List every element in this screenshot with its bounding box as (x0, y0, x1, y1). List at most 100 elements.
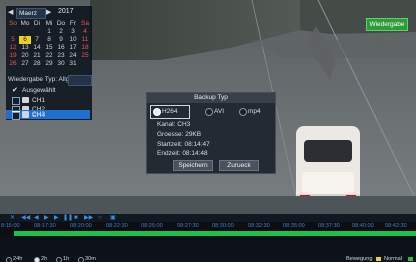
calendar-day[interactable]: 30 (55, 60, 67, 68)
playback-type-select[interactable] (68, 75, 92, 86)
playback-type-row: Wiedergabe Typ: Allgemein (6, 75, 92, 86)
recording-bar[interactable] (14, 231, 416, 236)
calendar-day[interactable]: 2 (55, 28, 67, 36)
weekday-label: Mo (20, 20, 30, 27)
legend-motion-label: Bewegung (346, 256, 373, 262)
calendar-day[interactable]: 8 (43, 36, 55, 44)
calendar-day[interactable]: 3 (67, 28, 79, 36)
stop-square-icon[interactable]: ■ (74, 214, 78, 222)
rewind-icon[interactable]: ◀◀ (21, 214, 30, 222)
format-label: mp4 (248, 108, 261, 115)
zoom-label[interactable]: 30m (85, 256, 96, 262)
calendar-day[interactable]: 24 (67, 52, 79, 60)
calendar-day[interactable]: 25 (79, 52, 91, 60)
calendar-day[interactable]: 5 (7, 36, 19, 44)
calendar-day[interactable]: 13 (19, 44, 31, 52)
calendar-day[interactable]: 12 (7, 44, 19, 52)
calendar-day[interactable]: 27 (19, 60, 31, 68)
calendar-day[interactable] (31, 28, 43, 36)
calendar-day[interactable]: 11 (79, 36, 91, 44)
channel-checkbox[interactable] (12, 97, 20, 105)
weekday-label: Sa (81, 20, 89, 27)
calendar-day[interactable]: 23 (55, 52, 67, 60)
calendar-day[interactable]: 28 (31, 60, 43, 68)
zoom-label[interactable]: 24h (13, 256, 22, 262)
zoom-icon[interactable]: ○ (98, 214, 102, 222)
channel-item-ch1[interactable]: CH1 (12, 96, 90, 105)
backup-icon[interactable]: ▣ (110, 214, 116, 222)
calendar-day[interactable]: 18 (79, 44, 91, 52)
next-month-icon[interactable]: ▶ (46, 8, 51, 16)
pause-icon[interactable]: ❚❚ (63, 214, 73, 222)
zoom-radio-selected-icon[interactable] (34, 257, 40, 262)
month-select[interactable]: Maerz (16, 8, 46, 19)
calendar-day[interactable]: 16 (55, 44, 67, 52)
dvr-playback-screen: ◀ Maerz ▶ 2017 So Mo Di Mi Do Fr Sa 1 2 … (0, 0, 416, 262)
weekday-label: Di (33, 20, 41, 27)
format-option-h264[interactable]: H264 (150, 105, 190, 119)
format-option-mp4[interactable]: mp4 (239, 107, 269, 116)
calendar-day[interactable]: 19 (7, 52, 19, 60)
calendar-day[interactable]: 21 (31, 52, 43, 60)
select-all-channels[interactable]: ✔ Ausgewählt (12, 86, 90, 95)
zoom-radio-icon[interactable] (6, 257, 12, 262)
calendar-week: 26 27 28 29 30 31 (7, 60, 91, 68)
timeline-track[interactable] (0, 237, 416, 256)
back-button[interactable]: Zurueck (219, 160, 259, 171)
info-label: Groesse (157, 131, 182, 138)
calendar-week: 19 20 21 22 23 24 25 (7, 52, 91, 60)
reverse-play-icon[interactable]: ◀ (34, 214, 39, 222)
calendar-day[interactable]: 29 (43, 60, 55, 68)
info-value: CH3 (177, 121, 191, 128)
backup-dialog: Backup Typ H264 AVI mp4 Kanal: CH3 Groes… (146, 92, 276, 174)
year-value[interactable]: 2017 (58, 8, 74, 15)
radio-selected-icon[interactable] (153, 108, 161, 116)
calendar-day[interactable] (19, 28, 31, 36)
zoom-label[interactable]: 2h (41, 256, 47, 262)
calendar-day[interactable]: 17 (67, 44, 79, 52)
playback-button[interactable]: Wiedergabe (366, 18, 408, 31)
fast-forward-icon[interactable]: ▶▶ (84, 214, 93, 222)
time-tick: 8:15:00 (1, 223, 20, 229)
prev-month-icon[interactable]: ◀ (8, 8, 13, 16)
calendar-day[interactable]: 14 (31, 44, 43, 52)
calendar-day[interactable] (79, 60, 91, 68)
time-tick: 08:30:00 (212, 223, 234, 229)
slow-forward-icon[interactable]: ▶ (54, 214, 59, 222)
timeline-panel: ✕ ◀◀ ◀ ▶ ▶ ❚❚ ■ ▶▶ ○ ▣ 8:15:00 08:17:30 … (0, 214, 416, 262)
format-option-avi[interactable]: AVI (205, 107, 235, 116)
radio-icon[interactable] (239, 108, 247, 116)
radio-icon[interactable] (205, 108, 213, 116)
weekday-label: Do (56, 20, 66, 27)
zoom-radio-icon[interactable] (56, 257, 62, 262)
calendar-day[interactable]: 15 (43, 44, 55, 52)
calendar-day[interactable]: 4 (79, 28, 91, 36)
stop-icon[interactable]: ✕ (10, 214, 15, 222)
dialog-title: Backup Typ (147, 93, 275, 103)
timeline-times: 8:15:00 08:17:30 08:20:00 08:22:30 08:25… (0, 222, 416, 230)
play-icon[interactable]: ▶ (44, 214, 49, 222)
calendar-day[interactable] (7, 28, 19, 36)
format-label: H264 (162, 108, 178, 115)
calendar-day[interactable]: 7 (31, 36, 43, 44)
calendar-day[interactable]: 10 (67, 36, 79, 44)
calendar-day[interactable]: 22 (43, 52, 55, 60)
save-button[interactable]: Speichern (173, 160, 213, 171)
channel-item-ch4[interactable]: CH4 (12, 111, 82, 120)
calendar-day[interactable]: 20 (19, 52, 31, 60)
time-tick: 08:20:00 (70, 223, 92, 229)
zoom-radio-icon[interactable] (78, 257, 84, 262)
weekday-label: So (9, 20, 17, 27)
time-tick: 08:22:30 (106, 223, 128, 229)
calendar-day[interactable]: 26 (7, 60, 19, 68)
zoom-label[interactable]: 1h (63, 256, 69, 262)
calendar-weekday-row: So Mo Di Mi Do Fr Sa (7, 20, 91, 28)
calendar-day-selected[interactable]: 6 (19, 36, 31, 44)
camera-view[interactable]: ◀ Maerz ▶ 2017 So Mo Di Mi Do Fr Sa 1 2 … (0, 0, 416, 214)
calendar-day[interactable]: 1 (43, 28, 55, 36)
channel-checkbox[interactable] (12, 112, 20, 120)
info-value: 08:14:47 (184, 141, 210, 148)
calendar-day[interactable]: 9 (55, 36, 67, 44)
calendar-day[interactable]: 31 (67, 60, 79, 68)
legend-motion-swatch (376, 257, 381, 261)
